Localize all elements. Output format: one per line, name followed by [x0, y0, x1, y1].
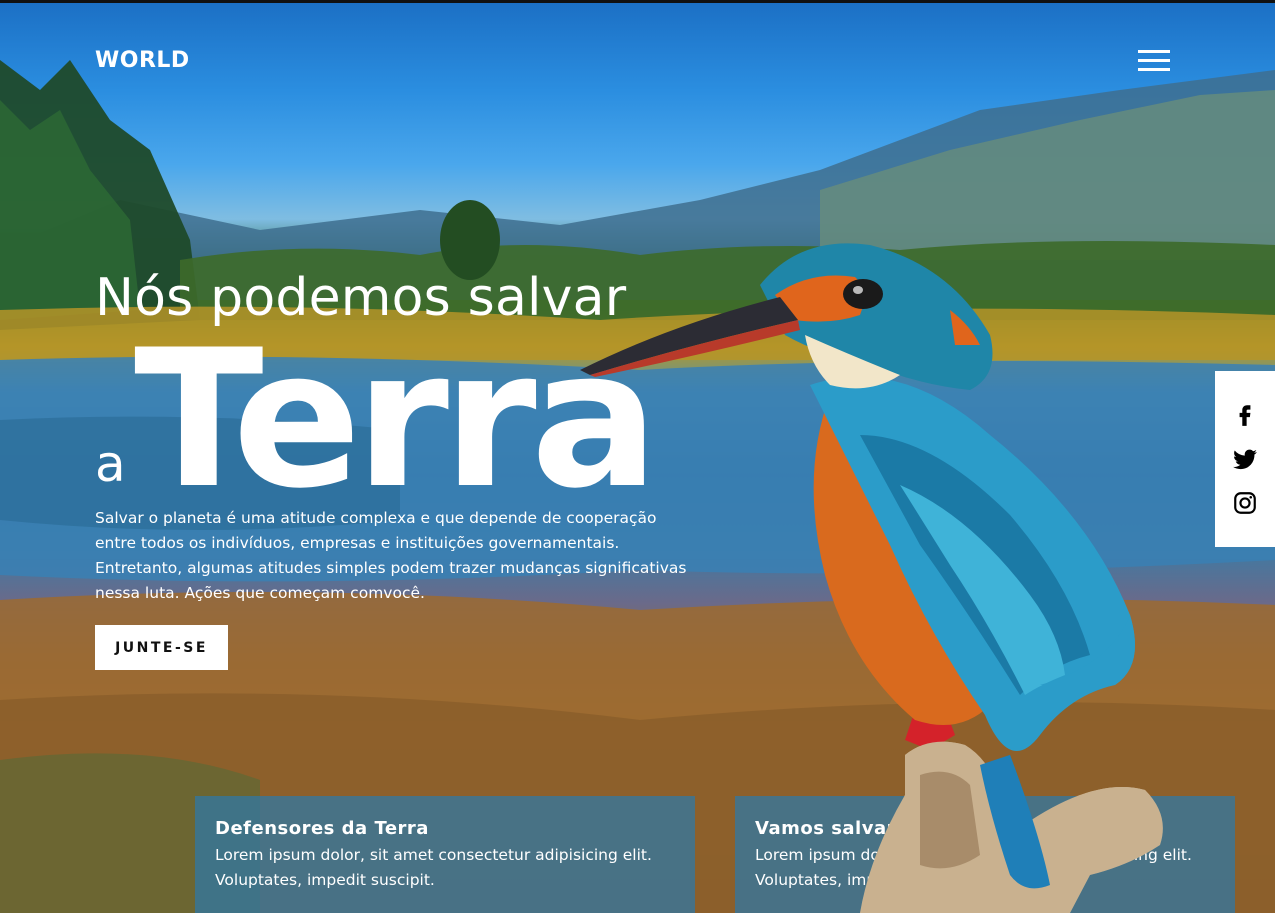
twitter-icon[interactable] [1232, 446, 1258, 472]
facebook-icon[interactable] [1232, 402, 1258, 428]
menu-bar [1138, 68, 1170, 71]
hero-heading-small-word: a [95, 435, 126, 493]
site-logo[interactable]: WORLD [95, 48, 190, 73]
social-links-bar [1215, 371, 1275, 547]
card-text: Lorem ipsum dolor, sit amet consectetur … [755, 846, 1192, 889]
top-border [0, 0, 1275, 3]
instagram-icon[interactable] [1232, 490, 1258, 516]
join-button[interactable]: JUNTE-SE [95, 625, 228, 670]
hero-heading-big-word: Terra [134, 309, 659, 530]
card-title: Vamos salvar [755, 818, 896, 839]
feature-card: Vamos salvar Lorem ipsum dolor, sit amet… [735, 796, 1235, 913]
hamburger-menu-icon[interactable] [1138, 50, 1170, 74]
menu-bar [1138, 59, 1170, 62]
feature-card: Defensores da Terra Lorem ipsum dolor, s… [195, 796, 695, 913]
menu-bar [1138, 50, 1170, 53]
card-title: Defensores da Terra [215, 818, 429, 839]
card-text: Lorem ipsum dolor, sit amet consectetur … [215, 846, 652, 889]
hero-description: Salvar o planeta é uma atitude complexa … [95, 509, 687, 602]
